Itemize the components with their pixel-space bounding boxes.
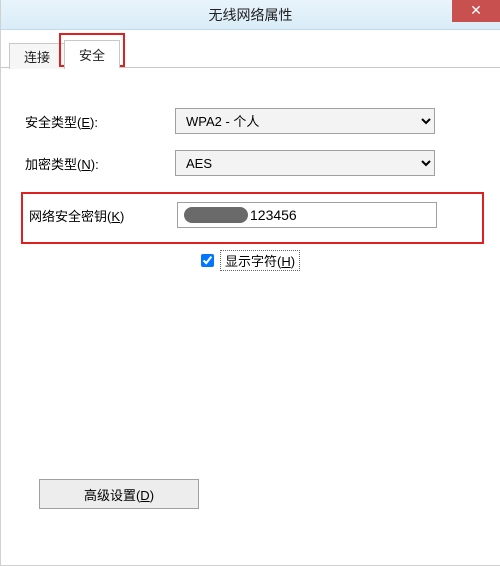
row-network-key: 网络安全密钥(K) 123456: [29, 202, 476, 228]
label-security-type: 安全类型(E):: [25, 112, 175, 131]
row-show-characters: 显示字符(H): [197, 250, 480, 271]
network-key-visible: 123456: [250, 207, 297, 223]
label-show-characters: 显示字符(H): [220, 250, 300, 271]
select-encryption-type[interactable]: AES: [175, 150, 435, 176]
row-encryption-type: 加密类型(N): AES: [25, 150, 480, 176]
tab-security[interactable]: 安全: [64, 40, 120, 68]
row-security-type: 安全类型(E): WPA2 - 个人: [25, 108, 480, 134]
checkbox-show-characters[interactable]: [201, 254, 214, 267]
highlight-box-key: 网络安全密钥(K) 123456: [21, 192, 484, 244]
dialog-window: 无线网络属性 ✕ 连接 安全 安全类型(E): WPA2 - 个人 加密类型(N…: [0, 0, 500, 566]
titlebar: 无线网络属性 ✕: [1, 0, 500, 30]
advanced-settings-button[interactable]: 高级设置(D): [39, 479, 199, 509]
tab-bar: 连接 安全: [1, 36, 500, 68]
select-security-type[interactable]: WPA2 - 个人: [175, 108, 435, 134]
tab-content: 安全类型(E): WPA2 - 个人 加密类型(N): AES 网络安全密钥(K…: [1, 68, 500, 291]
censored-part: [184, 207, 248, 223]
close-button[interactable]: ✕: [452, 0, 500, 22]
input-network-key[interactable]: 123456: [177, 202, 437, 228]
close-icon: ✕: [470, 3, 482, 17]
label-encryption-type: 加密类型(N):: [25, 154, 175, 173]
tab-connect[interactable]: 连接: [9, 43, 65, 69]
window-title: 无线网络属性: [209, 5, 293, 25]
label-network-key: 网络安全密钥(K): [29, 206, 177, 225]
